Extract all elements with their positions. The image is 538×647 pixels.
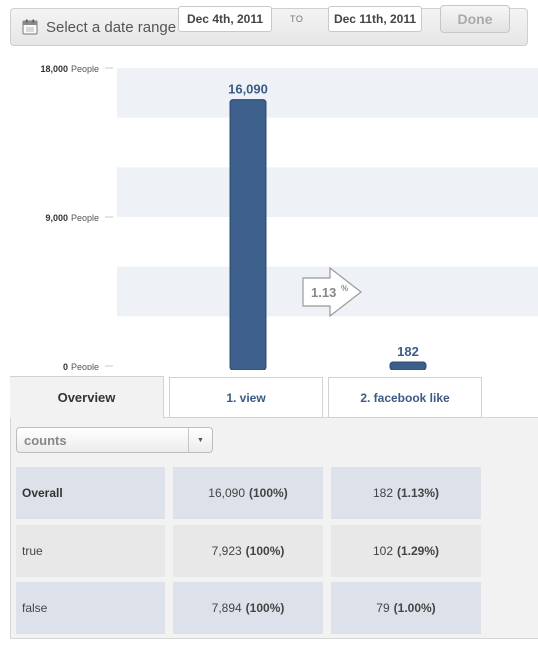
bar-value-label: 182 bbox=[397, 344, 419, 359]
cell-count: 182 bbox=[372, 486, 393, 500]
false-step1-value: 7,894 (100%) bbox=[173, 582, 323, 634]
start-date-input[interactable]: Dec 4th, 2011 bbox=[178, 6, 272, 32]
cell-percent: (1.13%) bbox=[397, 486, 440, 500]
cell-count: 7,894 bbox=[211, 601, 242, 615]
false-step2-value: 79 (1.00%) bbox=[331, 582, 481, 634]
cell-count: 16,090 bbox=[208, 486, 245, 500]
cell-count: 102 bbox=[372, 544, 393, 558]
conversion-rate-unit: % bbox=[341, 284, 348, 293]
overall-step2-value: 182 (1.13%) bbox=[331, 467, 481, 519]
conversion-rate-value: 1.13 bbox=[311, 285, 336, 300]
y-tick-label: 18,000 bbox=[40, 64, 68, 74]
chart-band bbox=[117, 68, 538, 118]
chart-band bbox=[117, 167, 538, 217]
funnel-bar bbox=[229, 99, 267, 370]
true-step2-value: 102 (1.29%) bbox=[331, 525, 481, 577]
date-range-label: Select a date range bbox=[46, 19, 177, 36]
cell-percent: (100%) bbox=[245, 601, 285, 615]
y-tick-unit: People bbox=[71, 362, 99, 370]
chevron-down-icon[interactable]: ▼ bbox=[188, 428, 212, 452]
true-step1-value: 7,923 (100%) bbox=[173, 525, 323, 577]
overall-step1-value: 16,090 (100%) bbox=[173, 467, 323, 519]
funnel-bar bbox=[389, 361, 427, 370]
row-label-true: true bbox=[16, 525, 165, 577]
funnel-chart: 0 People9,000 People18,000 People16,0901821… bbox=[40, 64, 538, 370]
row-label-overall: Overall bbox=[16, 467, 165, 519]
date-to-label: TO bbox=[290, 14, 304, 24]
cell-percent: (1.00%) bbox=[393, 601, 436, 615]
y-tick-unit: People bbox=[71, 64, 99, 74]
done-button[interactable]: Done bbox=[440, 5, 510, 33]
end-date-input[interactable]: Dec 11th, 2011 bbox=[328, 6, 422, 32]
metric-select[interactable]: counts ▼ bbox=[16, 427, 213, 453]
metric-select-value: counts bbox=[24, 432, 67, 448]
row-label-false: false bbox=[16, 582, 165, 634]
y-tick-unit: People bbox=[71, 213, 99, 223]
calendar-icon bbox=[22, 19, 38, 35]
cell-percent: (1.29%) bbox=[397, 544, 440, 558]
y-tick-label: 0 bbox=[63, 362, 68, 370]
y-tick-label: 9,000 bbox=[45, 213, 68, 223]
cell-percent: (100%) bbox=[249, 486, 288, 500]
bar-value-label: 16,090 bbox=[228, 82, 268, 97]
cell-percent: (100%) bbox=[245, 544, 285, 558]
cell-count: 79 bbox=[376, 601, 390, 615]
tab-step-facebook-like[interactable]: 2. facebook like bbox=[328, 377, 482, 418]
tab-overview[interactable]: Overview bbox=[10, 376, 164, 418]
tab-step-view[interactable]: 1. view bbox=[169, 377, 323, 418]
cell-count: 7,923 bbox=[211, 544, 242, 558]
